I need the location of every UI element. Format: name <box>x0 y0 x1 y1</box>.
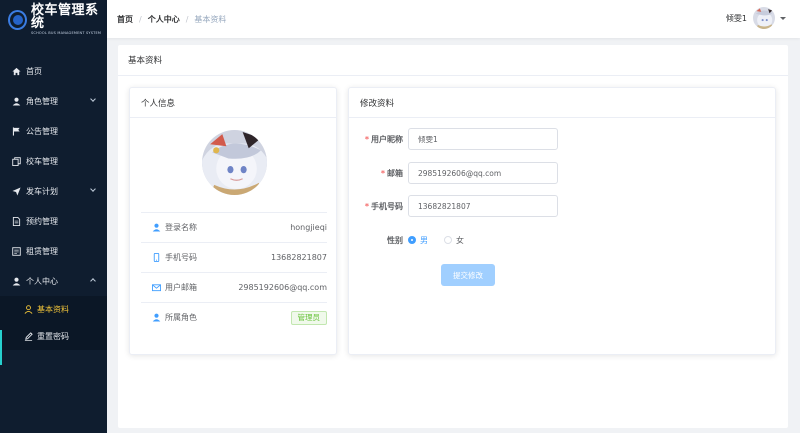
copy-icon <box>12 156 21 166</box>
mail-icon <box>151 283 161 293</box>
sidebar-item-label: 角色管理 <box>26 96 58 106</box>
form-row-nickname: * 用户昵称 倾雯1 <box>349 128 558 150</box>
role-tag: 管理员 <box>290 310 327 325</box>
app-subtitle: SCHOOL BUS MANAGEMENT SYSTEM <box>31 31 102 36</box>
page-title: 基本资料 <box>118 45 788 76</box>
logo-icon <box>8 10 28 30</box>
field-label: 用户昵称 <box>371 134 403 144</box>
sidebar-menu: 首页 角色管理 公告管理 校车管理 发车计划 预约管理 租赁管理 个人中心 基本… <box>0 56 107 350</box>
tickets-icon <box>12 246 21 256</box>
breadcrumb-item-current: 基本资料 <box>194 14 227 24</box>
field-label: 手机号码 <box>371 201 403 211</box>
gender-radio-male[interactable]: 男 <box>408 235 428 246</box>
sidebar-item-label: 校车管理 <box>26 156 58 166</box>
edit-card-title: 修改资料 <box>349 88 775 118</box>
main-content: 基本资料 个人信息 登录名称 hongjieqi 手机号码 1368282180… <box>118 45 788 428</box>
top-bar: 首页 / 个人中心 / 基本资料 倾雯1 <box>107 0 800 38</box>
user-icon <box>12 277 21 286</box>
info-key: 登录名称 <box>165 223 197 232</box>
caret-down-icon[interactable] <box>780 16 786 20</box>
phone-field[interactable]: 13682821807 <box>408 195 558 217</box>
info-key: 用户邮箱 <box>165 283 197 292</box>
radio-label: 女 <box>456 235 464 245</box>
app-title: 校车管理系统 <box>31 3 99 32</box>
email-field[interactable]: 2985192606@qq.com <box>408 162 558 184</box>
radio-unchecked-icon <box>444 236 452 244</box>
required-mark: * <box>380 168 385 178</box>
document-icon <box>12 216 21 226</box>
field-label: 性别 <box>387 235 403 245</box>
send-icon <box>12 186 21 196</box>
breadcrumb: 首页 / 个人中心 / 基本资料 <box>117 14 226 25</box>
user-menu[interactable]: 倾雯1 <box>726 7 786 29</box>
sidebar-item-schedule[interactable]: 发车计划 <box>0 176 107 206</box>
form-row-gender: 性别 男 女 <box>349 229 480 251</box>
submit-button[interactable]: 提交修改 <box>441 264 495 286</box>
sidebar-item-label: 预约管理 <box>26 216 58 226</box>
sidebar-item-rentals[interactable]: 租赁管理 <box>0 236 107 266</box>
breadcrumb-separator: / <box>139 14 142 24</box>
radio-label: 男 <box>420 235 428 245</box>
sidebar-item-personal-center[interactable]: 个人中心 <box>0 266 107 296</box>
sidebar-item-label: 租赁管理 <box>26 246 58 256</box>
logo[interactable]: 校车管理系统 SCHOOL BUS MANAGEMENT SYSTEM <box>0 0 107 40</box>
list-item: 所属角色 管理员 <box>141 302 327 332</box>
form-row-phone: * 手机号码 13682821807 <box>349 195 558 217</box>
mobile-icon <box>151 253 161 263</box>
list-item: 手机号码 13682821807 <box>141 242 327 272</box>
profile-info-list: 登录名称 hongjieqi 手机号码 13682821807 用户邮箱 298… <box>141 212 327 332</box>
edit-profile-card: 修改资料 * 用户昵称 倾雯1 * 邮箱 2985192606@qq.com * 手机… <box>348 87 776 355</box>
edit-icon <box>24 332 33 341</box>
user-icon <box>151 313 161 323</box>
chevron-down-icon <box>90 96 96 102</box>
breadcrumb-item[interactable]: 个人中心 <box>148 14 180 25</box>
required-mark: * <box>364 134 369 144</box>
chevron-down-icon <box>90 186 96 192</box>
profile-card: 个人信息 登录名称 hongjieqi 手机号码 13682821807 用户邮… <box>129 87 337 355</box>
info-key: 所属角色 <box>165 313 197 322</box>
username[interactable]: 倾雯1 <box>726 13 747 24</box>
active-indicator <box>0 330 2 365</box>
required-mark: * <box>364 201 369 211</box>
sidebar-item-label: 个人中心 <box>26 276 58 286</box>
home-icon <box>12 67 21 76</box>
info-value: 13682821807 <box>271 253 327 262</box>
sidebar-item-label: 首页 <box>26 66 42 76</box>
sidebar: 校车管理系统 SCHOOL BUS MANAGEMENT SYSTEM 首页 角… <box>0 0 107 433</box>
sidebar-item-reservations[interactable]: 预约管理 <box>0 206 107 236</box>
info-value: 2985192606@qq.com <box>238 283 327 292</box>
chevron-up-icon <box>90 278 96 284</box>
sidebar-item-roles[interactable]: 角色管理 <box>0 86 107 116</box>
info-value: hongjieqi <box>290 223 327 232</box>
user-icon <box>151 223 161 233</box>
user-outline-icon <box>24 305 33 314</box>
sidebar-item-notices[interactable]: 公告管理 <box>0 116 107 146</box>
profile-card-title: 个人信息 <box>130 88 336 118</box>
user-icon <box>12 97 21 106</box>
sidebar-item-buses[interactable]: 校车管理 <box>0 146 107 176</box>
sidebar-subitem-label: 重置密码 <box>37 332 69 341</box>
breadcrumb-separator: / <box>185 14 189 24</box>
sidebar-item-label: 发车计划 <box>26 186 58 196</box>
breadcrumb-item[interactable]: 首页 <box>117 14 133 25</box>
flag-icon <box>12 126 21 136</box>
list-item: 登录名称 hongjieqi <box>141 212 327 242</box>
info-key: 手机号码 <box>165 253 197 262</box>
form-row-email: * 邮箱 2985192606@qq.com <box>349 162 558 184</box>
avatar[interactable] <box>753 7 775 29</box>
list-item: 用户邮箱 2985192606@qq.com <box>141 272 327 302</box>
radio-checked-icon <box>408 236 416 244</box>
sidebar-subitem-profile[interactable]: 基本资料 <box>0 296 107 323</box>
sidebar-item-label: 公告管理 <box>26 126 58 136</box>
sidebar-item-home[interactable]: 首页 <box>0 56 107 86</box>
profile-avatar <box>202 130 267 195</box>
nickname-field[interactable]: 倾雯1 <box>408 128 558 150</box>
gender-radio-female[interactable]: 女 <box>444 235 464 246</box>
sidebar-subitem-reset-password[interactable]: 重置密码 <box>0 323 107 350</box>
sidebar-subitem-label: 基本资料 <box>37 305 69 314</box>
field-label: 邮箱 <box>387 168 403 178</box>
